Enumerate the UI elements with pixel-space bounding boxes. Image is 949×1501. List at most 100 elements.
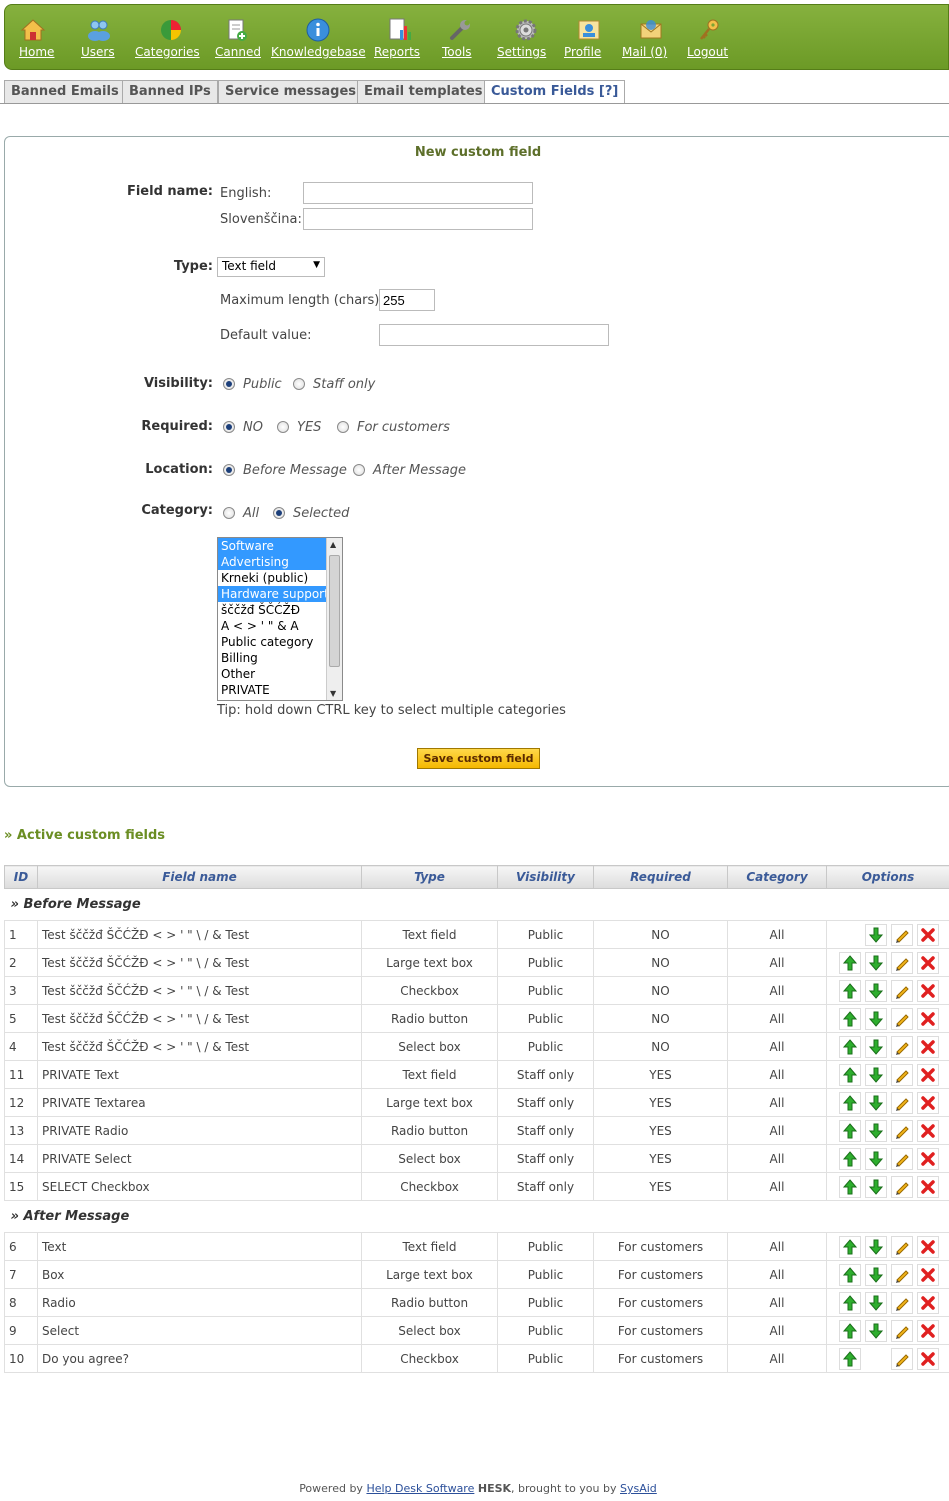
default-value-input[interactable] [379, 324, 609, 346]
edit-pencil-button[interactable] [891, 1319, 913, 1342]
delete-x-button[interactable] [917, 979, 939, 1002]
location-after-radio[interactable] [353, 464, 365, 476]
delete-x-button[interactable] [917, 1235, 939, 1258]
column-header-options: Options [826, 865, 949, 889]
edit-pencil-button[interactable] [891, 951, 913, 974]
scroll-up-icon[interactable]: ▲ [330, 540, 336, 549]
category-option[interactable]: Krneki (public) [218, 570, 326, 586]
arrow-up-button[interactable] [839, 979, 861, 1002]
arrow-up-button[interactable] [839, 1263, 861, 1286]
arrow-down-button[interactable] [865, 951, 887, 974]
delete-x-button[interactable] [917, 1119, 939, 1142]
arrow-up-button[interactable] [839, 1147, 861, 1170]
field-name-slovenscina-input[interactable] [303, 208, 533, 230]
arrow-up-button[interactable] [839, 1235, 861, 1258]
tab-service-messages[interactable]: Service messages [218, 80, 364, 103]
visibility-public-radio[interactable] [223, 378, 235, 390]
arrow-up-button[interactable] [839, 951, 861, 974]
tab-banned-ips[interactable]: Banned IPs [122, 80, 218, 103]
edit-pencil-button[interactable] [891, 1347, 913, 1370]
edit-pencil-button[interactable] [891, 1007, 913, 1030]
edit-pencil-button[interactable] [891, 1063, 913, 1086]
arrow-down-button[interactable] [865, 1119, 887, 1142]
category-selected-radio[interactable] [273, 507, 285, 519]
arrow-up-button[interactable] [839, 1347, 861, 1370]
arrow-down-button[interactable] [865, 1263, 887, 1286]
arrow-down-button[interactable] [865, 979, 887, 1002]
arrow-down-button[interactable] [865, 1035, 887, 1058]
edit-pencil-button[interactable] [891, 979, 913, 1002]
tab-custom-fields[interactable]: Custom Fields [?] [484, 80, 626, 104]
delete-x-button[interactable] [917, 1063, 939, 1086]
edit-pencil-button[interactable] [891, 1035, 913, 1058]
arrow-up-button[interactable] [839, 1091, 861, 1114]
edit-pencil-button[interactable] [891, 923, 913, 946]
delete-x-button[interactable] [917, 1263, 939, 1286]
category-option[interactable]: šččžđ ŠČĆŽĐ [218, 602, 326, 618]
delete-x-button[interactable] [917, 1175, 939, 1198]
arrow-up-button[interactable] [839, 1035, 861, 1058]
required-customers-radio[interactable] [337, 421, 349, 433]
sysaid-link[interactable]: SysAid [620, 1482, 657, 1495]
arrow-up-button[interactable] [839, 1007, 861, 1030]
category-option[interactable]: A < > ' " & A [218, 618, 326, 634]
save-custom-field-button[interactable]: Save custom field [417, 748, 540, 769]
category-option[interactable]: Billing [218, 650, 326, 666]
delete-x-button[interactable] [917, 1091, 939, 1114]
field-name-english-input[interactable] [303, 182, 533, 204]
required-yes-radio[interactable] [277, 421, 289, 433]
arrow-down-button[interactable] [865, 1007, 887, 1030]
edit-pencil-button[interactable] [891, 1119, 913, 1142]
arrow-down-button[interactable] [865, 1175, 887, 1198]
delete-x-button[interactable] [917, 1319, 939, 1342]
cell-required: YES [593, 1144, 728, 1173]
tab-email-templates[interactable]: Email templates [357, 80, 490, 103]
help-desk-software-link[interactable]: Help Desk Software [366, 1482, 474, 1495]
arrow-down-button[interactable] [865, 1091, 887, 1114]
edit-pencil-button[interactable] [891, 1175, 913, 1198]
edit-pencil-button[interactable] [891, 1235, 913, 1258]
category-option[interactable]: Software [218, 538, 326, 554]
category-option[interactable]: Hardware support [218, 586, 329, 602]
arrow-down-button[interactable] [865, 1291, 887, 1314]
category-listbox[interactable]: Software Advertising Krneki (public) Hardwa… [217, 537, 343, 701]
location-after-text: After Message [373, 463, 467, 478]
delete-x-button[interactable] [917, 1347, 939, 1370]
delete-x-button[interactable] [917, 1035, 939, 1058]
max-length-input[interactable] [379, 289, 435, 311]
arrow-up-button[interactable] [839, 1319, 861, 1342]
arrow-up-button[interactable] [839, 1175, 861, 1198]
delete-x-button[interactable] [917, 1147, 939, 1170]
category-option[interactable]: Other [218, 666, 326, 682]
edit-pencil-button[interactable] [891, 1291, 913, 1314]
arrow-up-button[interactable] [839, 1063, 861, 1086]
scroll-thumb[interactable] [329, 555, 340, 667]
category-all-radio[interactable] [223, 507, 235, 519]
arrow-down-button[interactable] [865, 1147, 887, 1170]
delete-x-button[interactable] [917, 923, 939, 946]
delete-x-button[interactable] [917, 1007, 939, 1030]
edit-pencil-button[interactable] [891, 1091, 913, 1114]
arrow-up-button[interactable] [839, 1119, 861, 1142]
listbox-scrollbar[interactable]: ▲ ▼ [326, 538, 342, 700]
required-no-radio[interactable] [223, 421, 235, 433]
arrow-down-button[interactable] [865, 1063, 887, 1086]
edit-pencil-button[interactable] [891, 1147, 913, 1170]
location-before-radio[interactable] [223, 464, 235, 476]
category-option[interactable]: PRIVATE [218, 682, 326, 698]
arrow-down-button[interactable] [865, 923, 887, 946]
visibility-staff-radio[interactable] [293, 378, 305, 390]
arrow-down-button[interactable] [865, 1319, 887, 1342]
arrow-down-button[interactable] [865, 1235, 887, 1258]
delete-x-button[interactable] [917, 951, 939, 974]
cell-field-name: Test šččžđ ŠČĆŽĐ < > ' " \ / & Test [37, 948, 362, 977]
type-select[interactable]: Text field ▼ [217, 257, 325, 277]
category-option[interactable]: Advertising [218, 554, 326, 570]
category-option[interactable]: Public category [218, 634, 326, 650]
scroll-down-icon[interactable]: ▼ [330, 689, 336, 698]
tab-banned-emails[interactable]: Banned Emails [4, 80, 126, 103]
delete-x-button[interactable] [917, 1291, 939, 1314]
cell-id: 11 [4, 1060, 38, 1089]
arrow-up-button[interactable] [839, 1291, 861, 1314]
edit-pencil-button[interactable] [891, 1263, 913, 1286]
